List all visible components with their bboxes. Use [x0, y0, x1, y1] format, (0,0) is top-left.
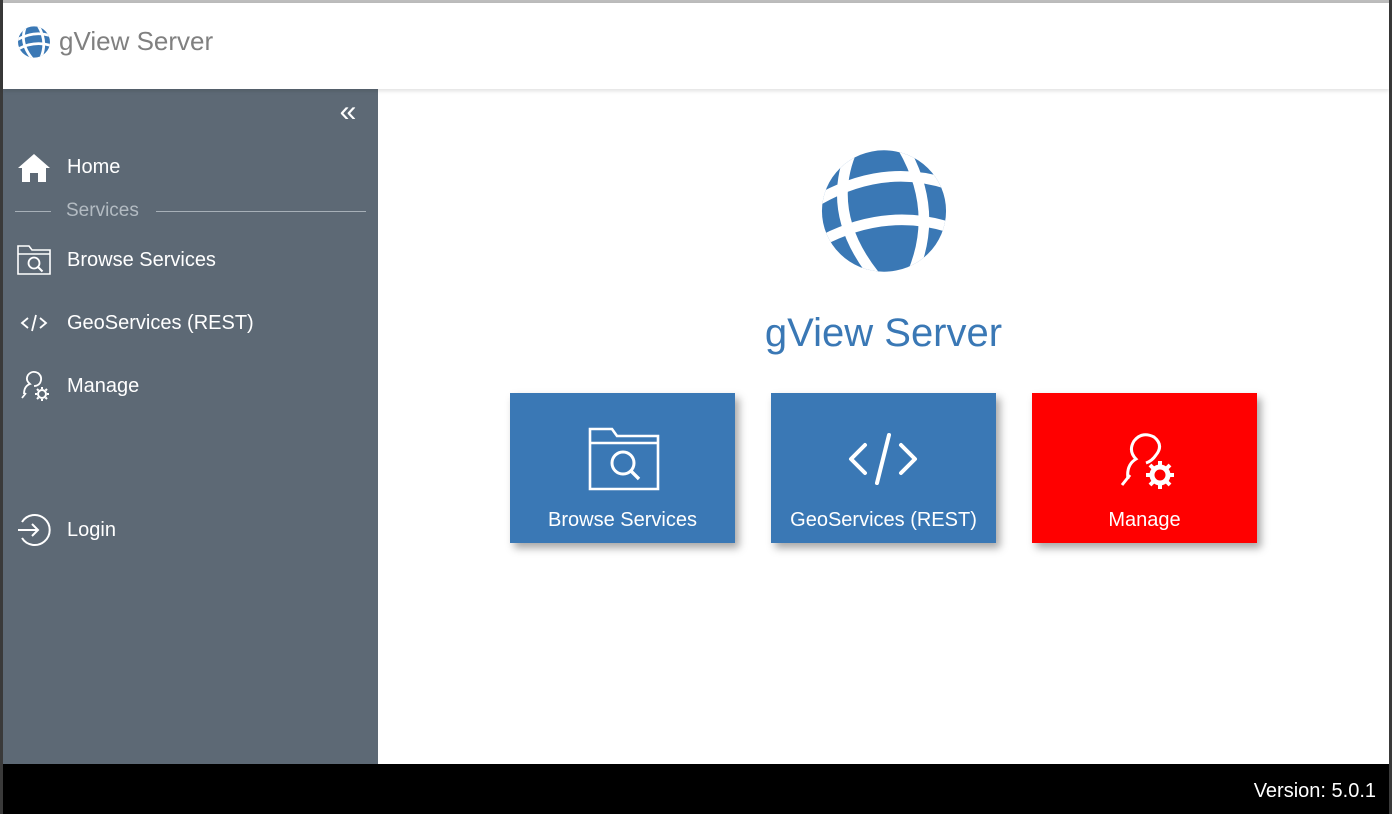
sidebar-item-browse-services[interactable]: Browse Services — [3, 238, 378, 282]
divider-line — [156, 211, 366, 212]
tile-label: Browse Services — [548, 509, 697, 531]
tile-geoservices-rest[interactable]: GeoServices (REST) — [771, 393, 996, 543]
app-title: gView Server — [59, 26, 214, 56]
sidebar: « Home Services Browse Services GeoServi… — [3, 89, 378, 764]
collapse-sidebar-button[interactable]: « — [336, 97, 360, 127]
page-title: gView Server — [764, 311, 1003, 355]
folder-search-icon — [17, 245, 51, 275]
window-border-left — [0, 0, 3, 814]
home-icon — [18, 154, 50, 182]
sidebar-item-label: Manage — [67, 375, 140, 397]
code-icon — [20, 314, 48, 332]
sidebar-item-label: GeoServices (REST) — [67, 312, 254, 334]
tile-label: GeoServices (REST) — [790, 509, 977, 531]
globe-logo-icon — [18, 26, 50, 58]
sidebar-item-login[interactable]: Login — [3, 508, 378, 552]
sidebar-item-home[interactable]: Home — [3, 145, 378, 189]
sidebar-item-manage[interactable]: Manage — [3, 364, 378, 408]
main-content: gView Server Browse Services GeoServices… — [378, 89, 1389, 764]
folder-search-icon — [588, 427, 660, 491]
app-window: gView Server « Home Services Browse Serv… — [0, 0, 1392, 814]
user-gear-icon — [21, 370, 49, 401]
globe-logo-icon — [821, 150, 947, 272]
divider-line — [15, 211, 51, 212]
sidebar-item-label: Home — [67, 156, 121, 178]
user-gear-icon — [1120, 433, 1174, 489]
version-label: Version: 5.0.1 — [1253, 780, 1376, 802]
sidebar-item-label: Login — [67, 519, 116, 541]
tile-browse-services[interactable]: Browse Services — [510, 393, 735, 543]
code-icon — [849, 433, 917, 485]
section-divider-services: Services — [15, 199, 366, 223]
sidebar-item-geoservices-rest[interactable]: GeoServices (REST) — [3, 301, 378, 345]
sidebar-item-label: Browse Services — [67, 249, 216, 271]
section-label: Services — [66, 200, 139, 221]
top-header: gView Server — [3, 3, 1389, 89]
tile-label: Manage — [1108, 509, 1181, 531]
tile-manage[interactable]: Manage — [1032, 393, 1257, 543]
login-icon — [18, 514, 51, 546]
footer-bar: Version: 5.0.1 — [0, 764, 1392, 814]
